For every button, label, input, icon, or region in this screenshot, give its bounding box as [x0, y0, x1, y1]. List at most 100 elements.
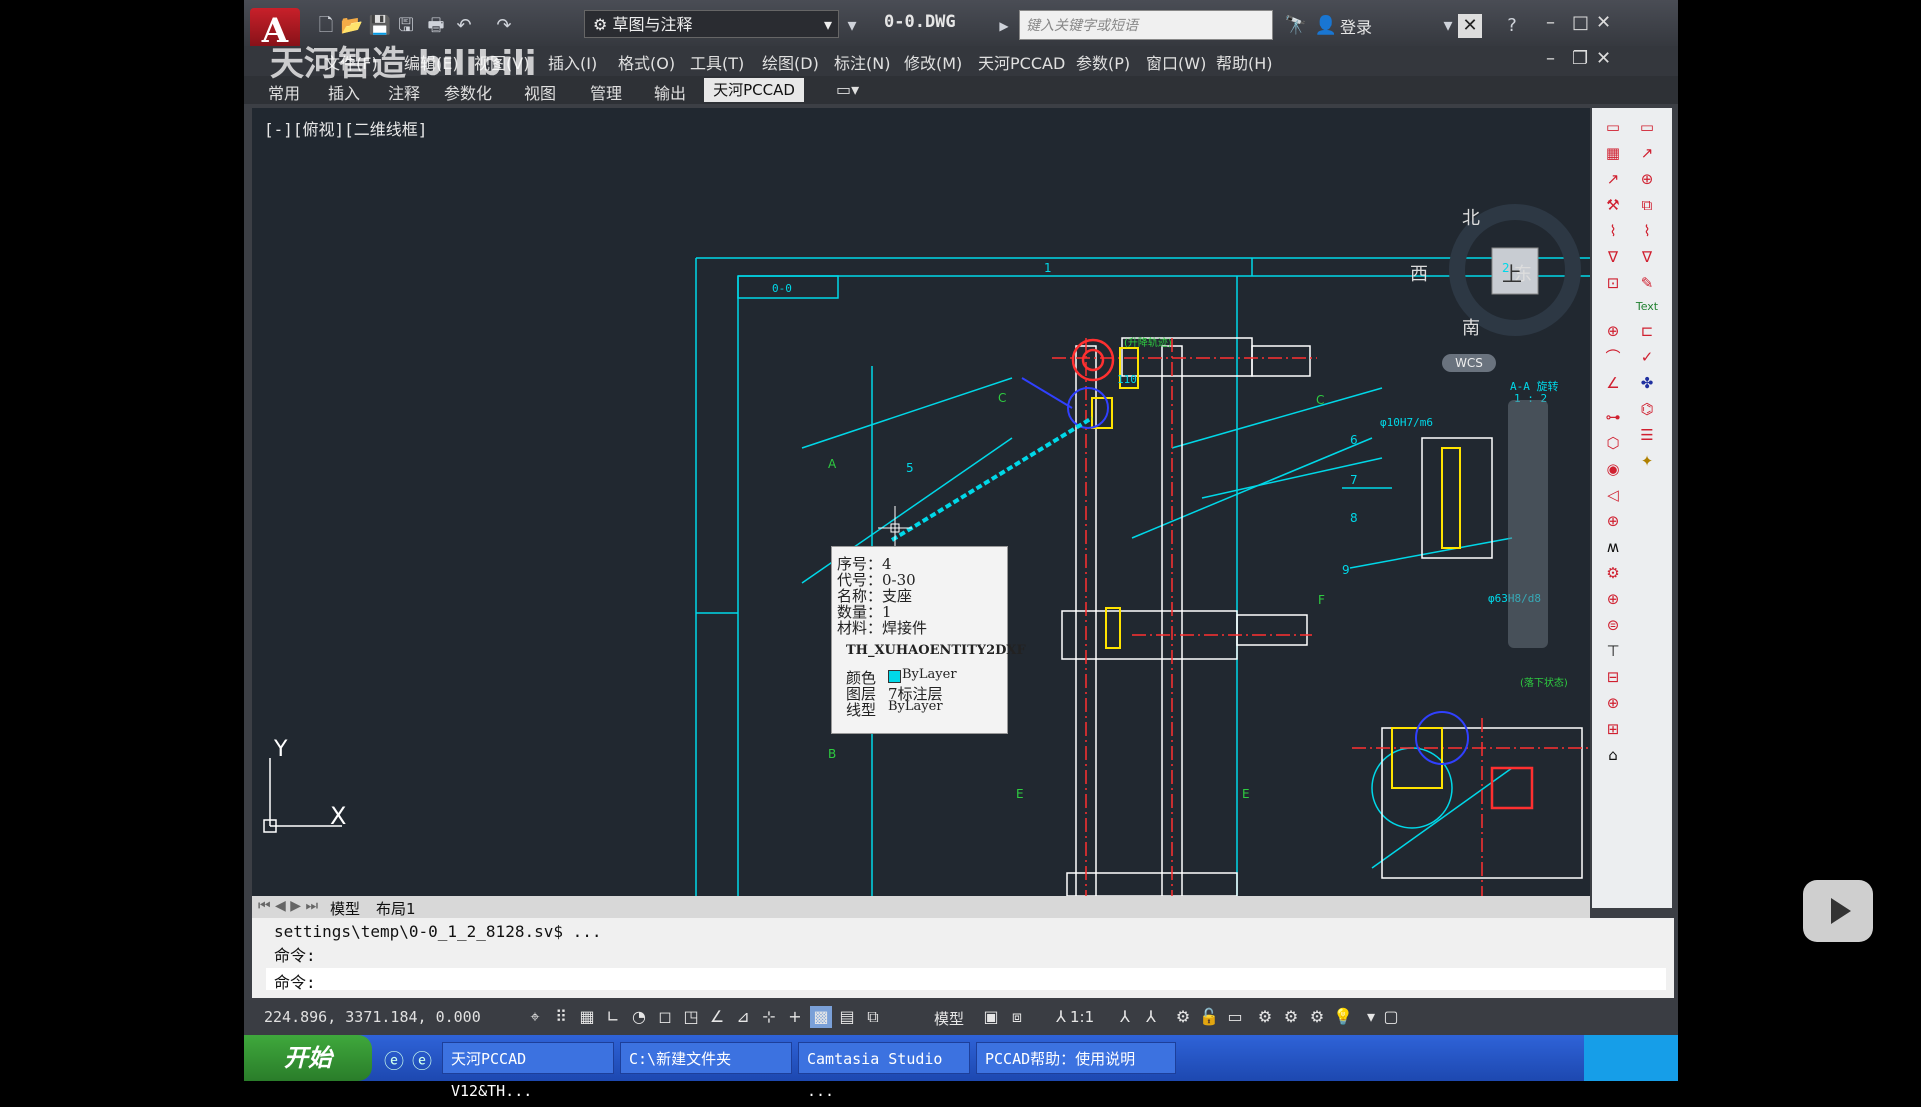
coordinate-readout[interactable]: 224.896, 3371.184, 0.000: [264, 1008, 481, 1026]
viewport-controls-label[interactable]: [-][俯视][二维线框]: [264, 116, 427, 140]
selection-cycling-icon[interactable]: ⧉: [862, 1006, 884, 1028]
tab-tianhe-pccad[interactable]: 天河PCCAD: [704, 78, 804, 102]
ducs-icon[interactable]: ⊿: [732, 1006, 754, 1028]
rectangle-tool-icon[interactable]: ▭: [1600, 114, 1626, 140]
gear-tool-icon[interactable]: ⚙: [1600, 560, 1626, 586]
annotation-scale-icon[interactable]: ⅄: [1050, 1006, 1072, 1028]
login-button[interactable]: 登录: [1340, 14, 1372, 38]
auto-scale-icon[interactable]: ⅄: [1140, 1006, 1162, 1028]
viewcube-west[interactable]: 西: [1410, 260, 1428, 286]
tab-layout1[interactable]: 布局1: [376, 898, 416, 919]
spring-coil-icon[interactable]: ʍ: [1600, 534, 1626, 560]
menu-tools[interactable]: 工具(T): [690, 50, 744, 74]
centerline-icon[interactable]: ⊕: [1600, 318, 1626, 344]
grid-icon[interactable]: ▦: [576, 1006, 598, 1028]
doc-close-button[interactable]: ✕: [1596, 48, 1611, 69]
quick-properties-icon[interactable]: ▤: [836, 1006, 858, 1028]
redo-icon[interactable]: ↷: [492, 14, 516, 38]
nut-icon[interactable]: ⬡: [1600, 430, 1626, 456]
exchange-icon[interactable]: ✕: [1458, 14, 1482, 38]
annotation-scale[interactable]: 1:1: [1070, 1008, 1094, 1026]
lightbulb-icon[interactable]: 💡: [1332, 1006, 1354, 1028]
ie-icon[interactable]: ⓔ: [384, 1045, 404, 1074]
annotation-visibility-icon[interactable]: ⅄: [1114, 1006, 1136, 1028]
layout-nav-arrows-icon[interactable]: ⏮ ◀ ▶ ⏭: [258, 898, 318, 914]
text-tool-icon[interactable]: Text: [1634, 294, 1660, 320]
house-icon[interactable]: ⌂: [1600, 742, 1626, 768]
tolerance-icon[interactable]: ⊡: [1600, 270, 1626, 296]
chevron-down-icon[interactable]: ▾: [1436, 14, 1460, 38]
binoculars-icon[interactable]: 🔭: [1284, 14, 1308, 38]
open-file-icon[interactable]: 📂: [340, 14, 364, 38]
menu-insert[interactable]: 插入(I): [548, 50, 597, 74]
menu-format[interactable]: 格式(O): [618, 50, 675, 74]
balloon-icon[interactable]: ⊏: [1634, 318, 1660, 344]
lock-icon[interactable]: 🔓: [1198, 1006, 1220, 1028]
frame-tool-icon[interactable]: ▭: [1634, 114, 1660, 140]
dyn-icon[interactable]: ⊹: [758, 1006, 780, 1028]
maximize-button[interactable]: □: [1572, 12, 1589, 33]
hatch-tool-icon[interactable]: ⚒: [1600, 192, 1626, 218]
frame-part-icon[interactable]: ⊤: [1600, 638, 1626, 664]
workspace-switch-icon[interactable]: ⚙: [1172, 1006, 1194, 1028]
drawing-canvas[interactable]: Y X 0-0 A-A 旋转 1 : 2 φ10H7/m6 φ63H8/d8 1…: [252, 108, 1590, 896]
bearing-icon[interactable]: ◉: [1600, 456, 1626, 482]
chevron-right-icon[interactable]: ▶: [992, 14, 1016, 38]
seal-icon[interactable]: ⊜: [1600, 612, 1626, 638]
viewcube-top-face[interactable]: 上: [1502, 258, 1522, 287]
save-icon[interactable]: 💾: [368, 14, 392, 38]
menu-parameters[interactable]: 参数(P): [1076, 50, 1130, 74]
snap-icon[interactable]: ⠿: [550, 1006, 572, 1028]
pin-icon[interactable]: ◁: [1600, 482, 1626, 508]
help-icon[interactable]: ?: [1500, 14, 1524, 38]
pccad-status-icon[interactable]: ⚙: [1254, 1006, 1276, 1028]
command-input[interactable]: 命令:: [266, 968, 1666, 992]
clean-screen-icon[interactable]: ▢: [1380, 1006, 1402, 1028]
datum-icon[interactable]: ∇: [1634, 244, 1660, 270]
infer-constraints-icon[interactable]: ⌖: [524, 1006, 546, 1028]
shaft-icon[interactable]: ⊕: [1600, 508, 1626, 534]
washer-icon[interactable]: ⊕: [1600, 586, 1626, 612]
pccad-status-icon-2[interactable]: ⚙: [1280, 1006, 1302, 1028]
coupling-icon[interactable]: ⊟: [1600, 664, 1626, 690]
viewcube-north[interactable]: 北: [1462, 204, 1480, 230]
osnap-icon[interactable]: ◻: [654, 1006, 676, 1028]
task-pccad[interactable]: 天河PCCAD V12&TH...: [442, 1042, 614, 1100]
spring-icon[interactable]: ⌬: [1634, 396, 1660, 422]
arrow-tool-icon[interactable]: ↗: [1600, 166, 1626, 192]
transparency-icon[interactable]: ▩: [810, 1006, 832, 1028]
viewcube-south[interactable]: 南: [1462, 314, 1480, 340]
angle-icon[interactable]: ∠: [1600, 370, 1626, 396]
bolt-icon[interactable]: ⊶: [1600, 404, 1626, 430]
task-camtasia[interactable]: Camtasia Studio ...: [798, 1042, 970, 1100]
bulb-icon[interactable]: ✦: [1634, 448, 1660, 474]
quick-view-layouts-icon[interactable]: ▣: [980, 1006, 1002, 1028]
table-tool-icon[interactable]: ▦: [1600, 140, 1626, 166]
system-tray[interactable]: [1584, 1035, 1678, 1081]
search-input[interactable]: 键入关键字或短语: [1019, 10, 1273, 40]
menu-dimension[interactable]: 标注(N): [834, 50, 890, 74]
tab-model[interactable]: 模型: [330, 898, 360, 919]
3d-osnap-icon[interactable]: ◳: [680, 1006, 702, 1028]
workspace-selector[interactable]: ⚙ 草图与注释 ▾: [584, 10, 839, 38]
start-button[interactable]: 开始: [244, 1035, 372, 1081]
bilibili-play-icon[interactable]: [1803, 880, 1873, 942]
flange-icon[interactable]: ⊕: [1600, 690, 1626, 716]
model-space-button[interactable]: 模型: [934, 1008, 964, 1029]
roughness-icon[interactable]: ∇: [1600, 244, 1626, 270]
task-folder[interactable]: C:\新建文件夹: [620, 1042, 792, 1074]
navigation-bar[interactable]: [1508, 400, 1548, 648]
ribbon-options-icon[interactable]: ▭▾: [836, 80, 859, 99]
pen-tool-icon[interactable]: ✎: [1634, 270, 1660, 296]
tab-output[interactable]: 输出: [654, 80, 686, 104]
polar-icon[interactable]: ◔: [628, 1006, 650, 1028]
hardware-acceleration-icon[interactable]: ▭: [1224, 1006, 1246, 1028]
menu-help[interactable]: 帮助(H): [1216, 50, 1273, 74]
chevron-down-icon[interactable]: ▾: [1360, 1006, 1382, 1028]
pccad-status-icon-3[interactable]: ⚙: [1306, 1006, 1328, 1028]
leader-tool-icon[interactable]: ↗: [1634, 140, 1660, 166]
tab-manage[interactable]: 管理: [590, 80, 622, 104]
doc-minimize-button[interactable]: –: [1546, 48, 1555, 69]
paint-icon[interactable]: ✤: [1634, 370, 1660, 396]
lineweight-icon[interactable]: +: [784, 1006, 806, 1028]
